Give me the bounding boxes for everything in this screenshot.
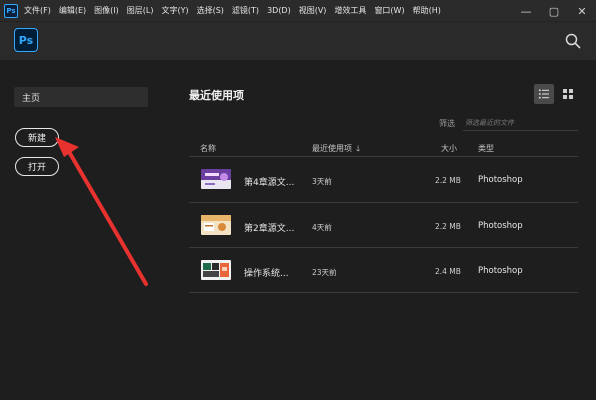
column-header-name[interactable]: 名称 bbox=[200, 143, 216, 154]
file-thumbnail bbox=[201, 260, 231, 280]
close-button[interactable]: ✕ bbox=[568, 0, 596, 22]
file-size: 2.4 MB bbox=[435, 267, 461, 276]
menu-layer[interactable]: 图层(L) bbox=[127, 5, 154, 16]
grid-view-button[interactable] bbox=[560, 86, 576, 102]
file-type: Photoshop bbox=[478, 266, 523, 276]
window-controls: — ▢ ✕ bbox=[512, 0, 596, 22]
menu-window[interactable]: 窗口(W) bbox=[374, 5, 404, 16]
file-type: Photoshop bbox=[478, 175, 523, 185]
menu-select[interactable]: 选择(S) bbox=[197, 5, 224, 16]
menu-filter[interactable]: 滤镜(T) bbox=[232, 5, 259, 16]
grid-view-icon bbox=[563, 89, 573, 99]
file-name: 操作系统... bbox=[244, 269, 289, 279]
home-header: Ps bbox=[0, 22, 596, 60]
table-row[interactable]: 操作系统... 23天前 2.4 MB Photoshop bbox=[189, 248, 578, 293]
maximize-button[interactable]: ▢ bbox=[540, 0, 568, 22]
menu-3d[interactable]: 3D(D) bbox=[267, 6, 291, 15]
recent-files-panel: 最近使用项 筛选 名称 最近使用项 🡓 大小 类型 bbox=[162, 60, 596, 400]
file-type: Photoshop bbox=[478, 221, 523, 231]
search-button[interactable] bbox=[562, 30, 584, 52]
file-thumbnail bbox=[201, 215, 231, 235]
column-header-type[interactable]: 类型 bbox=[478, 143, 494, 154]
search-icon bbox=[565, 33, 581, 49]
app-icon[interactable]: Ps bbox=[4, 3, 18, 18]
menu-edit[interactable]: 编辑(E) bbox=[59, 5, 86, 16]
photoshop-logo: Ps bbox=[14, 28, 38, 52]
file-last-used: 23天前 bbox=[312, 268, 337, 277]
file-size: 2.2 MB bbox=[435, 222, 461, 231]
file-size: 2.2 MB bbox=[435, 176, 461, 185]
menu-view[interactable]: 视图(V) bbox=[299, 5, 327, 16]
list-view-button[interactable] bbox=[534, 84, 554, 104]
file-name: 第2章源文... bbox=[244, 224, 295, 234]
sort-down-icon: 🡓 bbox=[356, 144, 361, 153]
menu-bar: Ps 文件(F) 编辑(E) 图像(I) 图层(L) 文字(Y) 选择(S) 滤… bbox=[0, 0, 596, 22]
table-row[interactable]: 第2章源文... 4天前 2.2 MB Photoshop bbox=[189, 203, 578, 248]
sidebar-item-home[interactable]: 主页 bbox=[14, 87, 148, 107]
filter-label: 筛选 bbox=[439, 119, 455, 128]
file-thumbnail bbox=[201, 169, 231, 189]
filter-input[interactable] bbox=[463, 115, 578, 131]
column-header-recent-label: 最近使用项 bbox=[312, 144, 352, 153]
column-header-size[interactable]: 大小 bbox=[441, 143, 457, 154]
menu-help[interactable]: 帮助(H) bbox=[413, 5, 441, 16]
file-last-used: 4天前 bbox=[312, 223, 332, 232]
open-button[interactable]: 打开 bbox=[15, 157, 59, 176]
section-title: 最近使用项 bbox=[189, 89, 244, 102]
menu-plugins[interactable]: 增效工具 bbox=[334, 5, 366, 16]
table-row[interactable]: 第4章源文... 3天前 2.2 MB Photoshop bbox=[189, 157, 578, 202]
column-header-recent[interactable]: 最近使用项 🡓 bbox=[312, 143, 360, 157]
file-last-used: 3天前 bbox=[312, 177, 332, 186]
left-sidebar: 主页 新建 打开 bbox=[0, 60, 162, 400]
menu-type[interactable]: 文字(Y) bbox=[161, 5, 188, 16]
list-view-icon bbox=[539, 89, 549, 99]
file-name: 第4章源文... bbox=[244, 178, 295, 188]
row-divider bbox=[189, 292, 578, 293]
minimize-button[interactable]: — bbox=[512, 0, 540, 22]
new-button[interactable]: 新建 bbox=[15, 128, 59, 147]
menu-file[interactable]: 文件(F) bbox=[24, 5, 51, 16]
menu-image[interactable]: 图像(I) bbox=[94, 5, 119, 16]
